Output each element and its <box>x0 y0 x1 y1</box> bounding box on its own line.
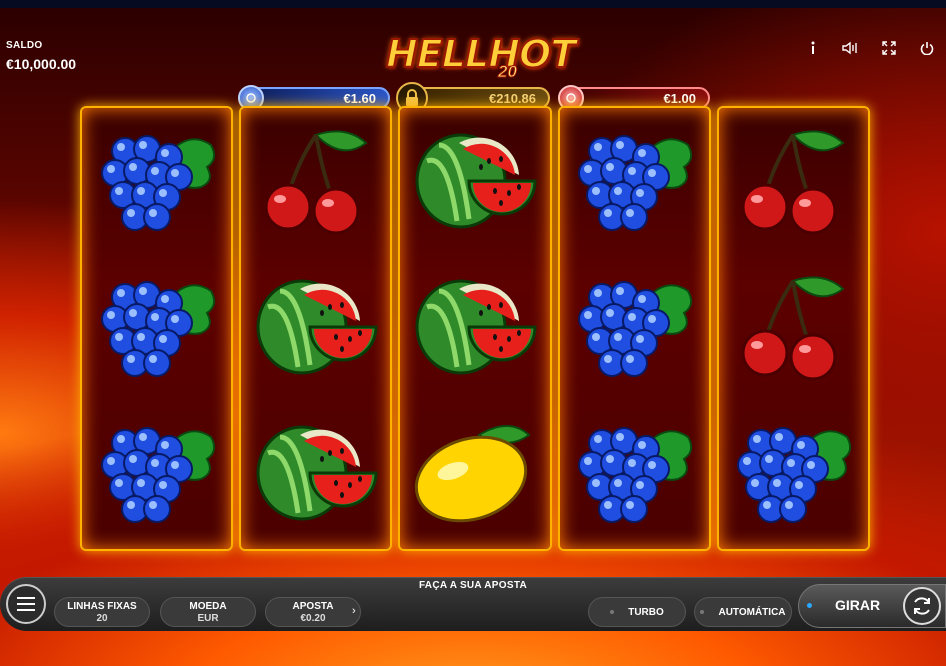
jackpot-blue-value: €1.60 <box>343 90 376 106</box>
reel-5 <box>716 106 871 551</box>
reel-1 <box>80 106 234 551</box>
cherry-icon <box>241 108 390 251</box>
turbo-indicator <box>610 610 615 614</box>
chevron-right-icon[interactable]: › <box>352 605 356 617</box>
watermelon-icon <box>400 254 549 397</box>
top-icons <box>794 38 946 58</box>
cherry-icon <box>719 254 868 397</box>
logo-number: 20 <box>498 62 518 82</box>
grapes-icon <box>82 400 231 543</box>
menu-button[interactable] <box>6 584 46 624</box>
turbo-label: TURBO <box>628 606 664 618</box>
balance-display: SALDO €10,000.00 <box>6 40 76 72</box>
jackpot-red-value: €1.00 <box>663 90 696 106</box>
reel-3 <box>398 106 552 551</box>
auto-indicator <box>700 610 705 614</box>
bet-button[interactable]: APOSTA €0.20 <box>265 597 361 627</box>
reel-2 <box>239 106 393 551</box>
bet-value: €0.20 <box>300 613 326 624</box>
lines-value: 20 <box>96 613 108 624</box>
grapes-icon <box>560 254 709 397</box>
logo-title: HELLHOT <box>385 31 577 77</box>
watermelon-icon <box>241 254 390 397</box>
balance-label: SALDO <box>6 40 43 51</box>
power-icon[interactable] <box>908 38 946 58</box>
turbo-button[interactable]: TURBO <box>588 597 686 627</box>
reel-4 <box>557 106 711 551</box>
lines-display: LINHAS FIXAS 20 <box>54 597 150 627</box>
jackpot-gold-value: €210.86 <box>489 90 536 106</box>
top-strip <box>0 0 946 8</box>
fullscreen-icon[interactable] <box>870 38 908 58</box>
balance-value: €10,000.00 <box>6 56 77 72</box>
lines-label: LINHAS FIXAS <box>67 601 137 612</box>
grapes-icon <box>82 254 231 397</box>
info-icon[interactable] <box>794 38 832 58</box>
spin-label: GIRAR <box>835 597 881 613</box>
auto-label: AUTOMÁTICA <box>718 606 786 618</box>
coin-label: MOEDA <box>189 601 227 612</box>
spin-button[interactable]: GIRAR <box>798 584 946 628</box>
sound-icon[interactable] <box>832 38 870 58</box>
spin-arrows-icon[interactable] <box>903 587 941 625</box>
watermelon-icon <box>400 108 549 251</box>
spin-indicator <box>807 603 812 608</box>
reels-area <box>80 106 871 551</box>
bet-label: APOSTA <box>292 601 334 612</box>
control-bar: FAÇA A SUA APOSTA LINHAS FIXAS 20 MOEDA … <box>0 577 946 666</box>
grapes-icon <box>560 108 709 251</box>
grapes-icon <box>560 400 709 543</box>
coin-button[interactable]: MOEDA EUR <box>160 597 256 627</box>
auto-button[interactable]: AUTOMÁTICA <box>694 597 792 627</box>
coin-value: EUR <box>197 613 219 624</box>
grapes-icon <box>719 400 868 543</box>
lemon-icon <box>400 400 549 543</box>
cherry-icon <box>719 108 868 251</box>
grapes-icon <box>82 108 231 251</box>
game-logo: HELLHOT 20 <box>385 31 577 84</box>
watermelon-icon <box>241 400 390 543</box>
